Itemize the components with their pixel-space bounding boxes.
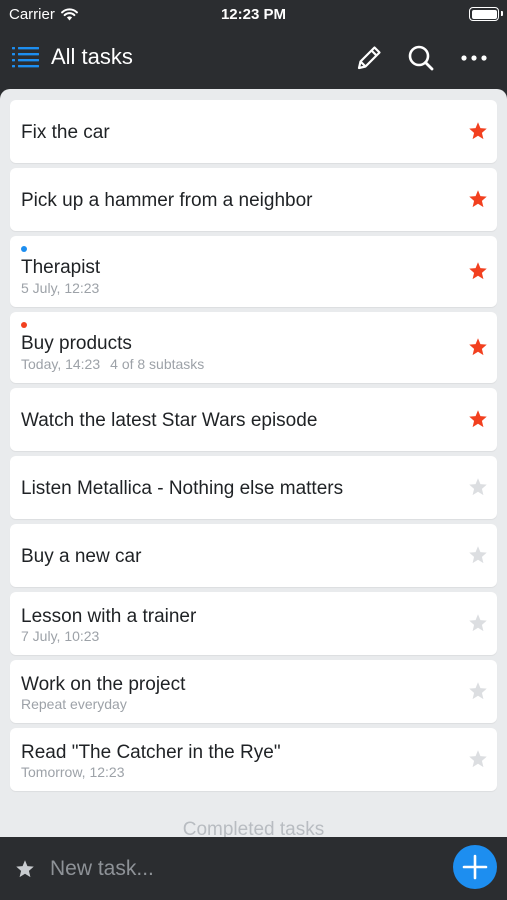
task-title: Fix the car — [21, 122, 110, 143]
add-task-button[interactable] — [453, 845, 497, 889]
task-row[interactable]: Therapist 5 July, 12:23 — [10, 236, 497, 307]
screen: Carrier 12:23 PM All tasks Fix the car P… — [0, 0, 507, 900]
star-icon[interactable] — [468, 261, 488, 281]
star-icon[interactable] — [468, 409, 488, 429]
new-task-bar — [0, 837, 507, 900]
task-row[interactable]: Buy a new car — [10, 524, 497, 587]
task-title: Listen Metallica - Nothing else matters — [21, 478, 344, 499]
list-icon[interactable] — [12, 44, 40, 70]
star-icon[interactable] — [468, 749, 488, 769]
star-icon[interactable] — [468, 477, 488, 497]
plus-icon — [462, 854, 488, 880]
task-list-area[interactable]: Fix the car Pick up a hammer from a neig… — [0, 89, 507, 837]
task-title: Watch the latest Star Wars episode — [21, 410, 318, 431]
subtask-count: 4 of 8 subtasks — [110, 356, 205, 372]
task-row[interactable]: Listen Metallica - Nothing else matters — [10, 456, 497, 519]
status-time: 12:23 PM — [220, 6, 287, 23]
task-row[interactable]: Fix the car — [10, 100, 497, 163]
star-icon[interactable] — [468, 545, 488, 565]
battery-icon — [469, 7, 503, 21]
task-row[interactable]: Pick up a hammer from a neighbor — [10, 168, 497, 231]
task-date: 7 July, 10:23 — [21, 628, 100, 644]
task-list: Fix the car Pick up a hammer from a neig… — [10, 100, 497, 796]
task-title: Buy a new car — [21, 546, 142, 567]
star-icon[interactable] — [468, 121, 488, 141]
star-icon[interactable] — [468, 613, 488, 633]
task-date: Today, 14:23 — [21, 356, 101, 372]
task-title: Lesson with a trainer — [21, 606, 197, 627]
task-row[interactable]: Buy products Today, 14:23 4 of 8 subtasks — [10, 312, 497, 383]
task-meta: Today, 14:23 4 of 8 subtasks — [21, 356, 204, 372]
star-icon[interactable] — [468, 189, 488, 209]
star-icon[interactable] — [468, 681, 488, 701]
task-title: Read "The Catcher in the Rye" — [21, 742, 281, 763]
task-row[interactable]: Work on the project Repeat everyday — [10, 660, 497, 723]
task-row[interactable]: Watch the latest Star Wars episode — [10, 388, 497, 451]
star-icon[interactable] — [468, 337, 488, 357]
task-date: 5 July, 12:23 — [21, 280, 100, 296]
task-title: Work on the project — [21, 674, 186, 695]
nav-bar: All tasks — [0, 30, 507, 86]
task-repeat: Repeat everyday — [21, 696, 127, 712]
star-icon[interactable] — [15, 859, 35, 879]
priority-dot — [21, 246, 27, 252]
task-title: Buy products — [21, 333, 132, 354]
page-title: All tasks — [51, 44, 133, 69]
task-title: Pick up a hammer from a neighbor — [21, 190, 313, 211]
more-icon[interactable] — [458, 42, 490, 74]
search-icon[interactable] — [405, 42, 437, 74]
task-title: Therapist — [21, 257, 101, 278]
completed-tasks-toggle[interactable]: Completed tasks — [0, 819, 507, 837]
task-row[interactable]: Lesson with a trainer 7 July, 10:23 — [10, 592, 497, 655]
status-bar: Carrier 12:23 PM — [0, 0, 507, 28]
task-date: Tomorrow, 12:23 — [21, 764, 125, 780]
new-task-input[interactable] — [50, 855, 430, 883]
pencil-icon[interactable] — [353, 42, 385, 74]
task-row[interactable]: Read "The Catcher in the Rye" Tomorrow, … — [10, 728, 497, 791]
priority-dot — [21, 322, 27, 328]
